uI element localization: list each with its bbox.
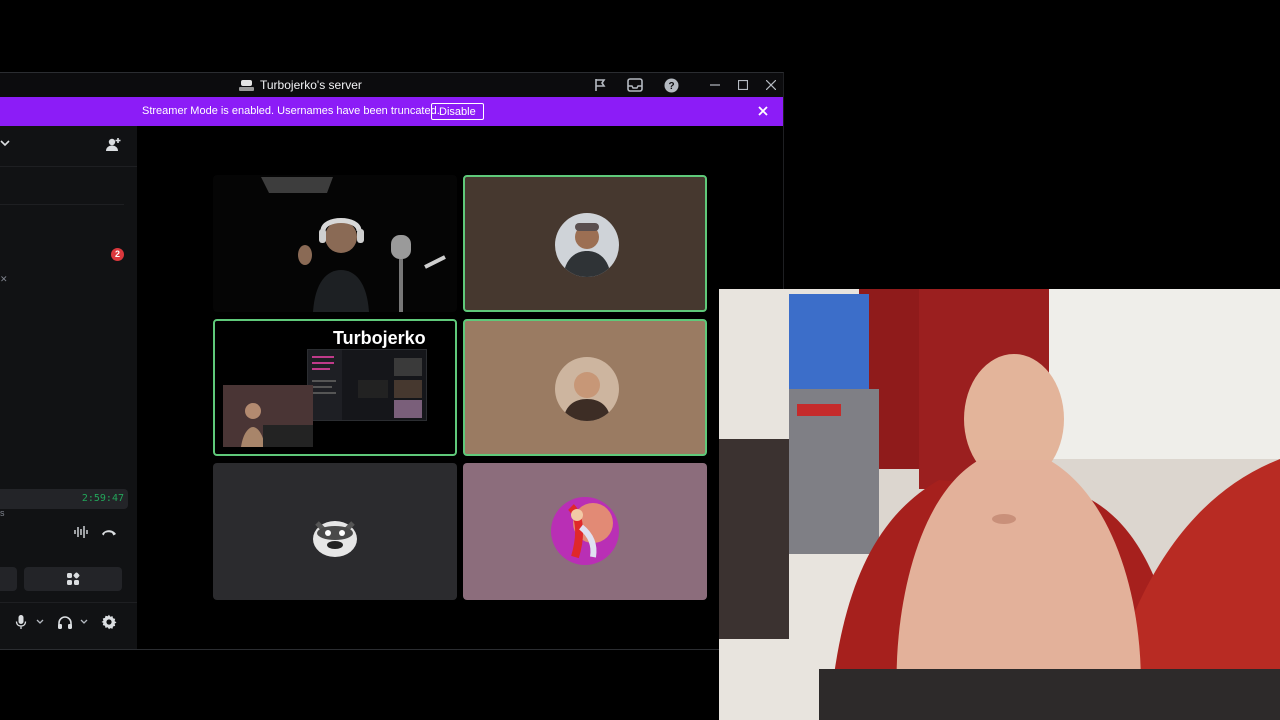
server-header[interactable] xyxy=(0,126,137,167)
video-tile-participant[interactable] xyxy=(213,463,457,600)
stream-webcam-inset xyxy=(223,385,313,447)
close-banner-icon[interactable] xyxy=(755,103,771,119)
discord-window: Turbojerko's server ? Streamer Mode is e… xyxy=(0,72,784,650)
inbox-icon[interactable] xyxy=(626,76,644,94)
activities-button[interactable] xyxy=(24,567,122,591)
video-tile-participant[interactable] xyxy=(463,319,707,456)
call-status-bar: 2:59:47 xyxy=(0,489,128,509)
participant-avatar xyxy=(555,357,619,421)
close-window-button[interactable] xyxy=(761,75,781,95)
settings-gear-icon[interactable] xyxy=(100,613,118,631)
truncated-channel-glyph: ✕ xyxy=(0,274,8,284)
sidebar-divider xyxy=(0,204,124,205)
call-timer: 2:59:47 xyxy=(81,493,124,504)
window-title: Turbojerko's server xyxy=(260,78,362,92)
video-tile-camera[interactable] xyxy=(213,175,457,312)
raccoon-avatar-icon xyxy=(309,509,361,561)
channel-sidebar: 2 ✕ s 2:59:47 xyxy=(0,126,137,649)
activities-icon xyxy=(67,572,80,585)
participant-avatar xyxy=(555,213,619,277)
voice-connection-panel: 2:59:47 xyxy=(0,489,137,649)
mention-badge: 2 xyxy=(111,248,124,261)
webcam-overlay xyxy=(719,289,1280,720)
panel-divider xyxy=(0,602,137,603)
camera-feed xyxy=(213,175,457,312)
noise-suppression-icon[interactable] xyxy=(72,523,90,541)
video-tile-participant[interactable] xyxy=(463,463,707,600)
help-icon[interactable]: ? xyxy=(662,76,680,94)
streamer-mode-banner: Streamer Mode is enabled. Usernames have… xyxy=(0,97,783,126)
disable-streamer-mode-button[interactable]: Disable xyxy=(431,103,484,120)
video-toggle-pill[interactable] xyxy=(0,567,17,591)
stream-preview xyxy=(307,349,427,421)
disconnect-icon[interactable] xyxy=(100,523,118,541)
flag-icon[interactable] xyxy=(591,76,609,94)
headphones-icon[interactable] xyxy=(56,613,74,631)
webcam-feed xyxy=(719,289,1280,720)
server-icon xyxy=(239,79,254,91)
chevron-down-icon[interactable] xyxy=(0,138,10,148)
maximize-button[interactable] xyxy=(733,75,753,95)
participant-avatar xyxy=(551,497,619,565)
video-tile-participant[interactable] xyxy=(463,175,707,312)
banner-text: Streamer Mode is enabled. Usernames have… xyxy=(142,105,440,117)
mic-options-chevron-icon[interactable] xyxy=(31,613,49,631)
video-tile-stream[interactable]: Turbojerko xyxy=(213,319,457,456)
voice-video-grid: Turbojerko xyxy=(137,126,783,649)
titlebar: Turbojerko's server ? xyxy=(0,73,783,97)
invite-members-icon[interactable] xyxy=(104,136,122,154)
microphone-icon[interactable] xyxy=(12,613,30,631)
window-title-group: Turbojerko's server xyxy=(239,73,362,97)
svg-text:?: ? xyxy=(668,81,674,92)
audio-options-chevron-icon[interactable] xyxy=(75,613,93,631)
stream-overlay-name: Turbojerko xyxy=(333,328,426,348)
minimize-button[interactable] xyxy=(705,75,725,95)
